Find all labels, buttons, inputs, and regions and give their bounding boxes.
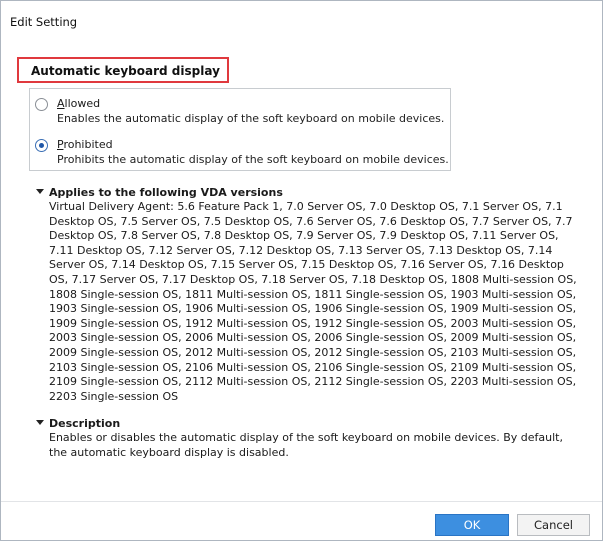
prohibited-radio[interactable] — [35, 139, 48, 152]
description-text: Enables or disables the automatic displa… — [49, 431, 563, 459]
setting-name: Automatic keyboard display — [31, 64, 220, 78]
vda-versions-title: Applies to the following VDA versions — [49, 186, 283, 199]
collapse-caret-icon[interactable] — [36, 189, 44, 194]
description-title: Description — [49, 417, 121, 430]
vda-versions-list: Virtual Delivery Agent: 5.6 Feature Pack… — [49, 200, 577, 403]
footer-divider — [1, 501, 602, 502]
allowed-radio[interactable] — [35, 98, 48, 111]
allowed-description: Enables the automatic display of the sof… — [57, 112, 445, 125]
prohibited-description: Prohibits the automatic display of the s… — [57, 153, 449, 166]
vda-versions-section: Applies to the following VDA versions Vi… — [36, 186, 584, 404]
collapse-caret-icon[interactable] — [36, 420, 44, 425]
prohibited-label[interactable]: Prohibited — [57, 138, 113, 151]
description-section: Description Enables or disables the auto… — [36, 417, 584, 460]
description-header[interactable]: Description — [36, 417, 584, 430]
dialog-title: Edit Setting — [10, 15, 78, 29]
ok-button[interactable]: OK — [435, 514, 509, 536]
cancel-button[interactable]: Cancel — [517, 514, 590, 536]
allowed-label[interactable]: Allowed — [57, 97, 100, 110]
vda-versions-header[interactable]: Applies to the following VDA versions — [36, 186, 584, 199]
edit-setting-dialog: Edit Setting Automatic keyboard display … — [0, 0, 603, 541]
